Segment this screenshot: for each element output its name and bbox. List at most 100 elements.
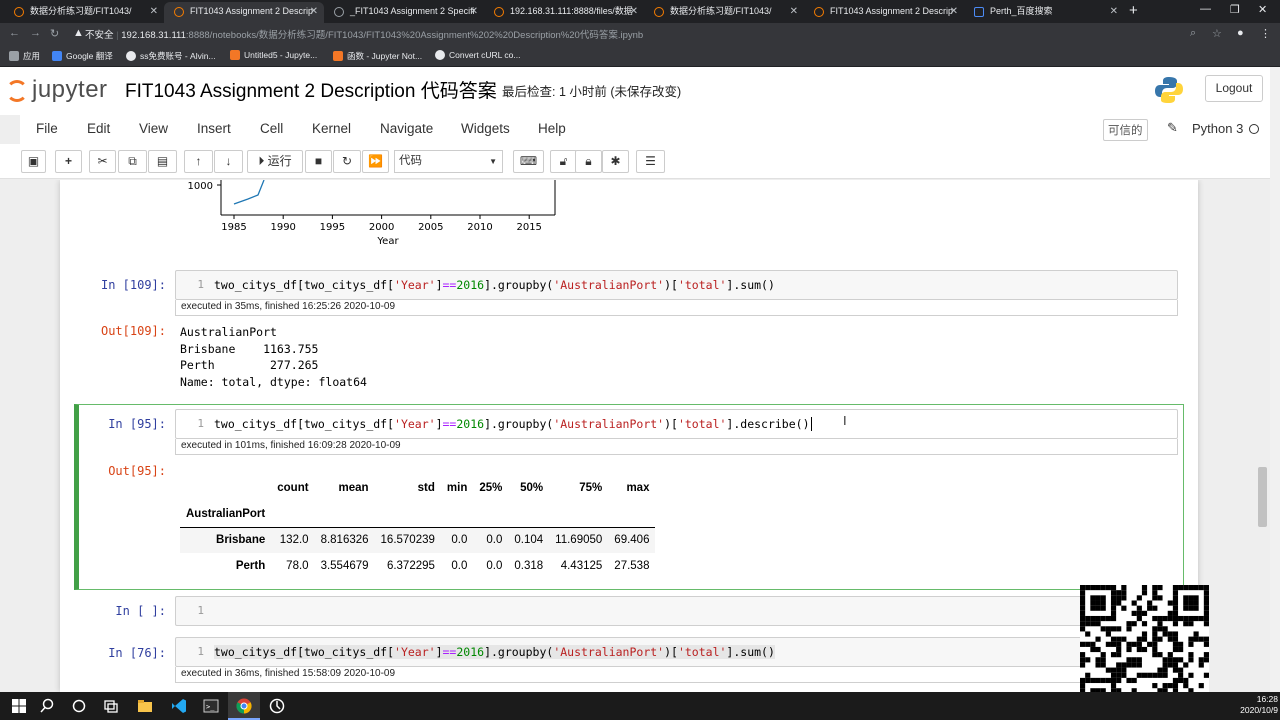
new-tab-icon[interactable]: + — [1129, 2, 1138, 19]
describe-table: count mean std min 25% 50% 75% max Austr… — [180, 475, 656, 579]
move-down-button[interactable]: ↓ — [214, 150, 243, 173]
star-icon[interactable]: ☆ — [1212, 27, 1222, 40]
notebook-title[interactable]: FIT1043 Assignment 2 Description 代码答案 — [125, 76, 497, 103]
menu-insert[interactable]: Insert — [197, 121, 231, 136]
add-cell-button[interactable]: + — [55, 150, 82, 173]
bookmark-untitled5[interactable]: Untitled5 - Jupyte... — [230, 50, 317, 60]
minimize-icon[interactable]: — — [1200, 3, 1211, 15]
more-icon[interactable]: ⋮ — [1260, 27, 1271, 40]
url-field[interactable]: 不安全 | 192.168.31.111:8888/notebooks/数据分析… — [85, 27, 643, 41]
save-button[interactable]: ▣ — [21, 150, 46, 173]
url-host: 192.168.31.111 — [121, 30, 186, 41]
close-icon[interactable]: ✕ — [470, 2, 478, 21]
terminal-icon[interactable]: >_ — [202, 697, 220, 715]
file-explorer-icon[interactable] — [136, 697, 154, 715]
reload-icon[interactable]: ↻ — [50, 27, 59, 40]
task-view-icon[interactable] — [102, 697, 120, 715]
table-cell: 16.570239 — [374, 526, 441, 553]
browser-tab-7[interactable]: Perth_百度搜索 ✕ — [964, 2, 1124, 23]
cell-109-input[interactable]: 1 two_citys_df[two_citys_df['Year']==201… — [175, 270, 1178, 300]
menu-file[interactable]: File — [36, 121, 58, 136]
index-name: AustralianPort — [186, 507, 266, 520]
cut-button[interactable]: ✂ — [89, 150, 116, 173]
cell-95-input[interactable]: 1 two_citys_df[two_citys_df['Year']==201… — [175, 409, 1178, 439]
command-palette-button[interactable]: ⌨ — [513, 150, 544, 173]
close-icon[interactable]: ✕ — [310, 2, 318, 21]
browser-tab-1[interactable]: 数据分析练习题/FIT1043/✕ — [4, 2, 164, 23]
menu-help[interactable]: Help — [538, 121, 566, 136]
toc-button[interactable]: ☰ — [636, 150, 665, 173]
arrow-up-icon: ↑ — [195, 154, 202, 168]
menu-cell[interactable]: Cell — [260, 121, 283, 136]
unlock-button[interactable]: 🔓︎ — [550, 150, 577, 173]
paste-button[interactable]: ▤ — [148, 150, 177, 173]
run-button[interactable]: ⏵ 运行 — [247, 150, 303, 173]
windows-start-icon[interactable] — [10, 697, 28, 715]
cortana-icon[interactable] — [70, 697, 88, 715]
back-icon[interactable]: ← — [9, 27, 20, 39]
chrome-icon[interactable] — [235, 697, 253, 715]
asterisk-button[interactable]: ✱ — [602, 150, 629, 173]
close-icon[interactable]: ✕ — [150, 2, 158, 21]
logout-button[interactable]: Logout — [1205, 75, 1263, 102]
app-icon[interactable] — [268, 697, 286, 715]
table-cell: 3.554679 — [320, 560, 369, 572]
scissors-icon: ✂ — [97, 154, 108, 168]
page-scrollbar[interactable] — [1270, 67, 1280, 692]
table-cell: 8.816326 — [314, 526, 375, 553]
zoom-icon[interactable]: ⌕ — [1190, 27, 1196, 40]
move-up-button[interactable]: ↑ — [184, 150, 213, 173]
menu-view[interactable]: View — [139, 121, 168, 136]
restart-run-all-button[interactable]: ⏩ — [362, 150, 389, 173]
cell-95-code: two_citys_df[two_citys_df['Year']==2016]… — [214, 417, 812, 431]
close-icon[interactable]: ✕ — [1110, 2, 1118, 21]
menu-kernel[interactable]: Kernel — [312, 121, 351, 136]
bookmark-functions[interactable]: 函数 - Jupyter Not... — [333, 50, 422, 62]
menu-widgets[interactable]: Widgets — [461, 121, 510, 136]
bookmarks-bar: 应用 Google 翻译 ss免费账号 - Alvin... Untitled5… — [0, 45, 1280, 67]
lock-icon: 🔒︎ — [585, 154, 592, 168]
window-close-icon[interactable]: ✕ — [1258, 3, 1267, 16]
bookmark-ss[interactable]: ss免费账号 - Alvin... — [126, 50, 216, 62]
jupyter-tab-icon — [814, 7, 824, 17]
table-cell: 0.318 — [514, 560, 544, 572]
browser-tab-4[interactable]: 192.168.31.111:8888/files/数据 ✕ — [484, 2, 644, 23]
lock-button[interactable]: 🔒︎ — [575, 150, 602, 173]
browser-tab-strip: 数据分析练习题/FIT1043/✕ FIT1043 Assignment 2 D… — [0, 0, 1280, 23]
forward-icon[interactable]: → — [30, 27, 41, 39]
notebook-scrollbar-thumb[interactable] — [1258, 467, 1267, 527]
menu-edit[interactable]: Edit — [87, 121, 110, 136]
kernel-name[interactable]: Python 3 — [1192, 121, 1243, 136]
restart-button[interactable]: ↻ — [333, 150, 361, 173]
line-plot: 1000 1985 1990 1995 2000 2005 2010 2015 Year — [188, 180, 556, 247]
refresh-icon: ↻ — [341, 154, 353, 168]
table-cell: 27.538 — [614, 560, 650, 572]
copy-button[interactable]: ⧉ — [118, 150, 147, 173]
close-icon[interactable]: ✕ — [630, 2, 638, 21]
series-line — [233, 180, 265, 205]
browser-tab-3[interactable]: _FIT1043 Assignment 2 Specifi ✕ — [324, 2, 484, 23]
cell-type-select[interactable]: 代码 ▼ — [394, 150, 503, 173]
browser-tab-6[interactable]: FIT1043 Assignment 2 Descrip ✕ — [804, 2, 964, 23]
bookmark-convert-curl[interactable]: Convert cURL co... — [435, 50, 521, 60]
bookmark-google-translate[interactable]: Google 翻译 — [52, 50, 113, 62]
close-icon[interactable]: ✕ — [790, 2, 798, 21]
pencil-icon[interactable]: ✎ — [1167, 120, 1178, 136]
browser-tab-5[interactable]: 数据分析练习题/FIT1043/✕ — [644, 2, 804, 23]
system-clock[interactable]: 16:28 2020/10/9 — [1208, 694, 1278, 716]
jupyter-logo[interactable]: jupyter — [6, 75, 116, 107]
table-index-row: AustralianPort — [180, 501, 655, 527]
interrupt-button[interactable]: ■ — [305, 150, 332, 173]
vscode-icon[interactable] — [170, 697, 188, 715]
profile-icon[interactable]: ● — [1237, 27, 1244, 39]
cell-109-in-prompt: In [109]: — [100, 278, 166, 292]
menu-navigate[interactable]: Navigate — [380, 121, 433, 136]
browser-tab-2[interactable]: FIT1043 Assignment 2 Descrip ✕ — [164, 2, 324, 23]
empty-cell-input[interactable]: 1 — [175, 596, 1178, 626]
trusted-indicator[interactable]: 可信的 — [1103, 119, 1148, 141]
maximize-icon[interactable]: ❐ — [1230, 3, 1240, 16]
cell-76-input[interactable]: 1 two_citys_df[two_citys_df['Year']==201… — [175, 637, 1178, 667]
search-icon[interactable] — [38, 697, 56, 715]
close-icon[interactable]: ✕ — [950, 2, 958, 21]
bookmark-apps[interactable]: 应用 — [9, 50, 40, 62]
